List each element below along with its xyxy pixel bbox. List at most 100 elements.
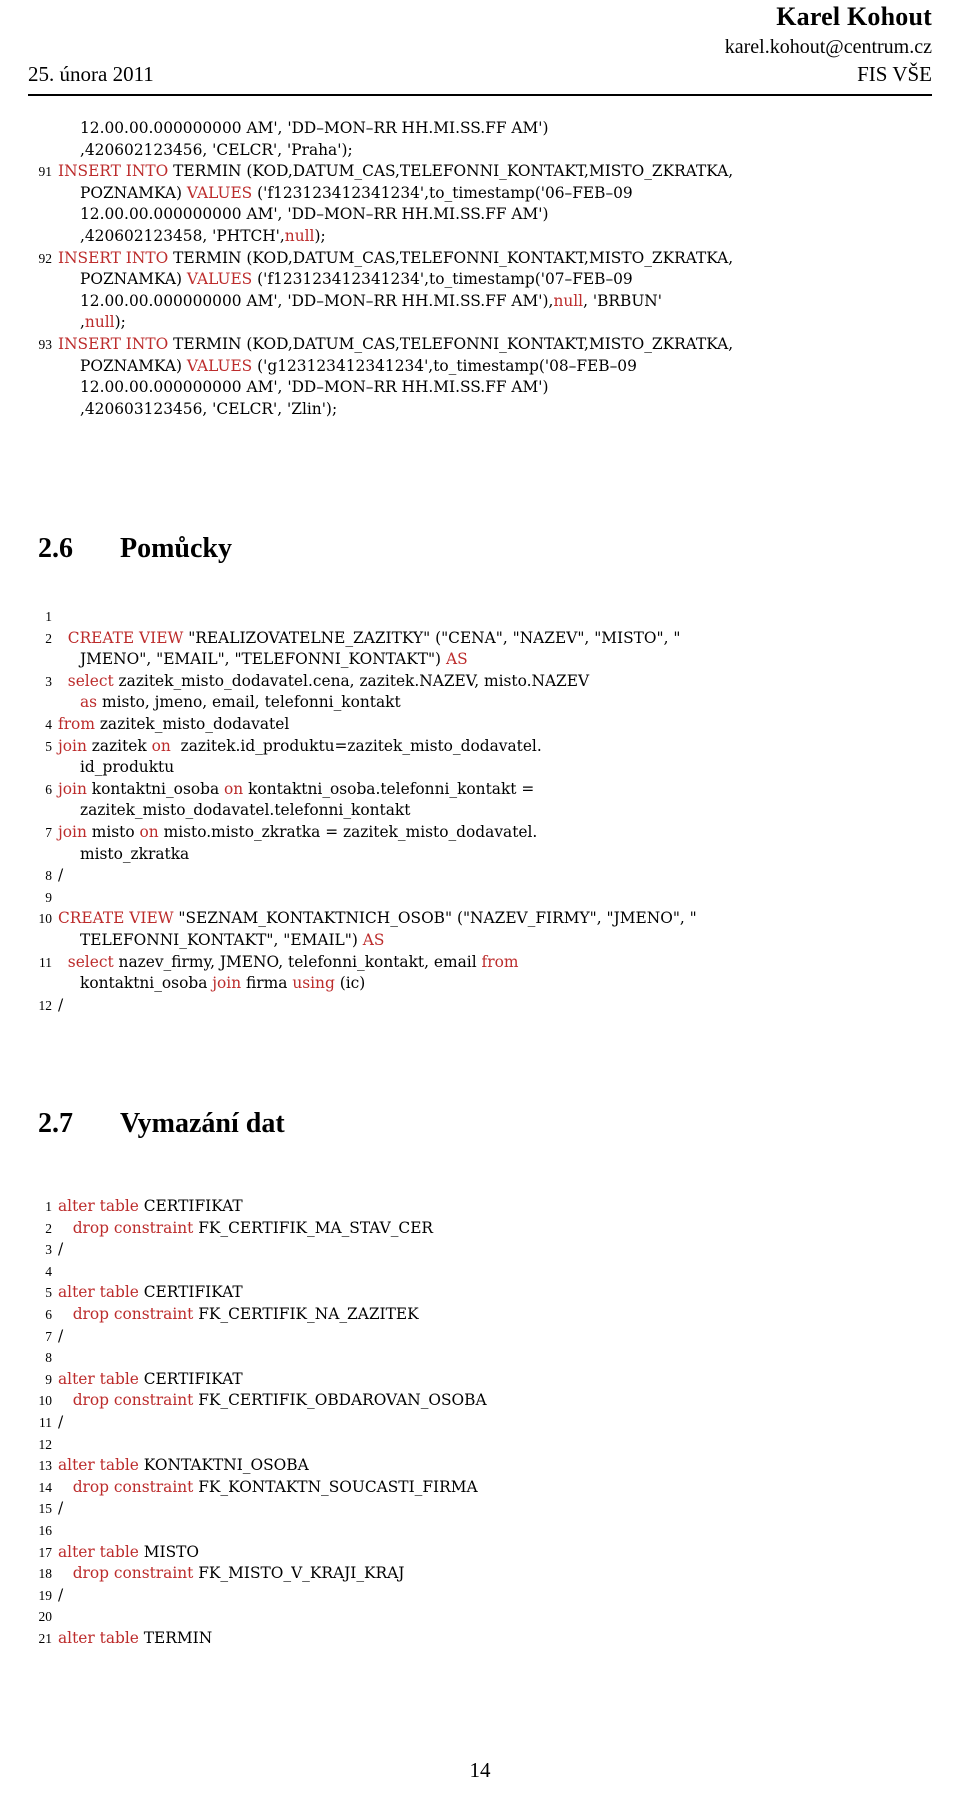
- code-line-number: 5: [45, 1285, 52, 1301]
- code-line-text: drop constraint FK_KONTAKTN_SOUCASTI_FIR…: [58, 1477, 932, 1499]
- sql-text: "REALIZOVATELNE_ZAZITKY" ("CENA", "NAZEV…: [183, 628, 681, 647]
- code-listing-drop-constraints: 1 alter table CERTIFIKAT 2 drop constraint…: [28, 1196, 932, 1649]
- code-line-text: drop constraint FK_CERTIFIK_NA_ZAZITEK: [58, 1304, 932, 1326]
- code-line-text: POZNAMKA) VALUES ('f123123412341234',to_…: [58, 269, 932, 291]
- code-line-text: /: [58, 1585, 932, 1607]
- sql-text: /: [58, 1240, 64, 1259]
- sql-keyword: select: [58, 671, 114, 690]
- sql-text: nazev_firmy, JMENO, telefonni_kontakt, e…: [113, 952, 482, 971]
- sql-text: ('f123123412341234',to_timestamp('07–FEB…: [252, 270, 633, 289]
- sql-keyword: VALUES: [186, 270, 253, 289]
- sql-keyword: on: [151, 736, 171, 755]
- code-line-text: ,null);: [58, 312, 932, 334]
- section-title: Pomůcky: [120, 533, 232, 564]
- code-line-number: 2: [45, 630, 52, 646]
- code-line-text: drop constraint FK_CERTIFIK_MA_STAV_CER: [58, 1218, 932, 1240]
- code-line-text: drop constraint FK_MISTO_V_KRAJI_KRAJ: [58, 1563, 932, 1585]
- code-line: 7/: [28, 1326, 932, 1348]
- code-line-text: join zazitek on zazitek.id_produktu=zazi…: [58, 736, 932, 758]
- sql-keyword: AS: [362, 930, 385, 949]
- sql-text: TERMIN: [138, 1628, 213, 1647]
- sql-keyword: VALUES: [186, 183, 253, 202]
- code-line: 8/: [28, 865, 932, 887]
- code-line-text: id_produktu: [58, 757, 932, 779]
- code-line: 12.00.00.000000000 AM', 'DD–MON–RR HH.MI…: [28, 377, 932, 399]
- code-line-text: POZNAMKA) VALUES ('g123123412341234',to_…: [58, 356, 932, 378]
- code-line-number: 12: [38, 997, 53, 1013]
- sql-keyword: drop constraint: [58, 1391, 194, 1410]
- sql-text: zazitek_misto_dodavatel.cena, zazitek.NA…: [113, 671, 590, 690]
- sql-keyword: join: [58, 822, 87, 841]
- code-line-text: POZNAMKA) VALUES ('f123123412341234',to_…: [58, 183, 932, 205]
- code-line-number: 21: [38, 1630, 53, 1646]
- sql-text: 12.00.00.000000000 AM', 'DD–MON–RR HH.MI…: [80, 205, 549, 224]
- code-line: 9 alter table CERTIFIKAT: [28, 1369, 932, 1391]
- code-line: 17 alter table MISTO: [28, 1542, 932, 1564]
- code-line-number: 8: [45, 868, 52, 884]
- sql-keyword: INSERT INTO: [58, 162, 169, 181]
- code-line-text: join misto on misto.misto_zkratka = zazi…: [58, 822, 932, 844]
- code-line-text: misto_zkratka: [58, 844, 932, 866]
- code-line: POZNAMKA) VALUES ('f123123412341234',to_…: [28, 183, 932, 205]
- code-line: as misto, jmeno, email, telefonni_kontak…: [28, 692, 932, 714]
- section-heading-vymazani-dat: 2.7 Vymazání dat: [38, 1108, 285, 1140]
- code-line-number: 2: [45, 1220, 52, 1236]
- code-line: zazitek_misto_dodavatel.telefonni_kontak…: [28, 800, 932, 822]
- sql-keyword: from: [58, 714, 95, 733]
- code-line: kontaktni_osoba join firma using (ic): [28, 973, 932, 995]
- code-line: TELEFONNI_KONTAKT", "EMAIL") AS: [28, 930, 932, 952]
- sql-text: zazitek.id_produktu=zazitek_misto_dodava…: [170, 736, 542, 755]
- header-organization: FIS VŠE: [857, 62, 932, 86]
- sql-keyword: VALUES: [186, 356, 253, 375]
- code-line-text: INSERT INTO TERMIN (KOD,DATUM_CAS,TELEFO…: [58, 161, 932, 183]
- header-email: karel.kohout@centrum.cz: [724, 36, 932, 58]
- code-line-number: 17: [38, 1544, 53, 1560]
- sql-text: KONTAKTNI_OSOBA: [138, 1456, 309, 1475]
- sql-keyword: select: [58, 952, 114, 971]
- sql-text: firma: [241, 974, 293, 993]
- code-line: 21 alter table TERMIN: [28, 1628, 932, 1650]
- code-line-text: 12.00.00.000000000 AM', 'DD–MON–RR HH.MI…: [58, 377, 932, 399]
- code-line-text: 12.00.00.000000000 AM', 'DD–MON–RR HH.MI…: [58, 118, 932, 140]
- code-line: 12.00.00.000000000 AM', 'DD–MON–RR HH.MI…: [28, 291, 932, 313]
- sql-text: zazitek_misto_dodavatel: [94, 714, 290, 733]
- code-line-text: 12.00.00.000000000 AM', 'DD–MON–RR HH.MI…: [58, 204, 932, 226]
- section-number: 2.6: [38, 533, 73, 564]
- code-line-text: JMENO", "EMAIL", "TELEFONNI_KONTAKT") AS: [58, 649, 932, 671]
- sql-text: /: [58, 866, 64, 885]
- sql-text: 12.00.00.000000000 AM', 'DD–MON–RR HH.MI…: [80, 378, 549, 397]
- code-line-text: alter table KONTAKTNI_OSOBA: [58, 1455, 932, 1477]
- code-line: 2 CREATE VIEW "REALIZOVATELNE_ZAZITKY" (…: [28, 628, 932, 650]
- code-line-text: alter table MISTO: [58, 1542, 932, 1564]
- code-line-number: 9: [45, 889, 52, 905]
- sql-keyword: on: [224, 779, 244, 798]
- document-page: Karel Kohout karel.kohout@centrum.cz 25.…: [0, 0, 960, 1807]
- header-date: 25. února 2011: [28, 62, 154, 86]
- sql-text: FK_CERTIFIK_OBDAROVAN_OSOBA: [193, 1391, 487, 1410]
- code-line-number: 8: [45, 1350, 52, 1366]
- code-line-text: ,420602123458, 'PHTCH',null);: [58, 226, 932, 248]
- sql-text: (ic): [334, 974, 366, 993]
- sql-text: kontaktni_osoba: [80, 974, 213, 993]
- code-line-number: 12: [38, 1436, 53, 1452]
- page-number: 14: [469, 1758, 491, 1782]
- sql-text: id_produktu: [80, 758, 175, 777]
- sql-text: ,420602123458, 'PHTCH',: [80, 226, 285, 245]
- sql-text: ('f123123412341234',to_timestamp('06–FEB…: [252, 183, 633, 202]
- sql-text: FK_CERTIFIK_MA_STAV_CER: [193, 1218, 434, 1237]
- code-line-text: CREATE VIEW "SEZNAM_KONTAKTNICH_OSOB" ("…: [58, 908, 932, 930]
- code-line-number: 16: [38, 1522, 53, 1538]
- code-line: 1 alter table CERTIFIKAT: [28, 1196, 932, 1218]
- code-line-text: as misto, jmeno, email, telefonni_kontak…: [58, 692, 932, 714]
- code-line-number: 11: [39, 954, 52, 970]
- sql-keyword: null: [553, 291, 584, 310]
- code-line-text: ,420603123456, 'CELCR', 'Zlin');: [58, 399, 932, 421]
- code-line-text: /: [58, 1326, 932, 1348]
- sql-text: , 'BRBUN': [583, 291, 663, 310]
- code-line-text: zazitek_misto_dodavatel.telefonni_kontak…: [58, 800, 932, 822]
